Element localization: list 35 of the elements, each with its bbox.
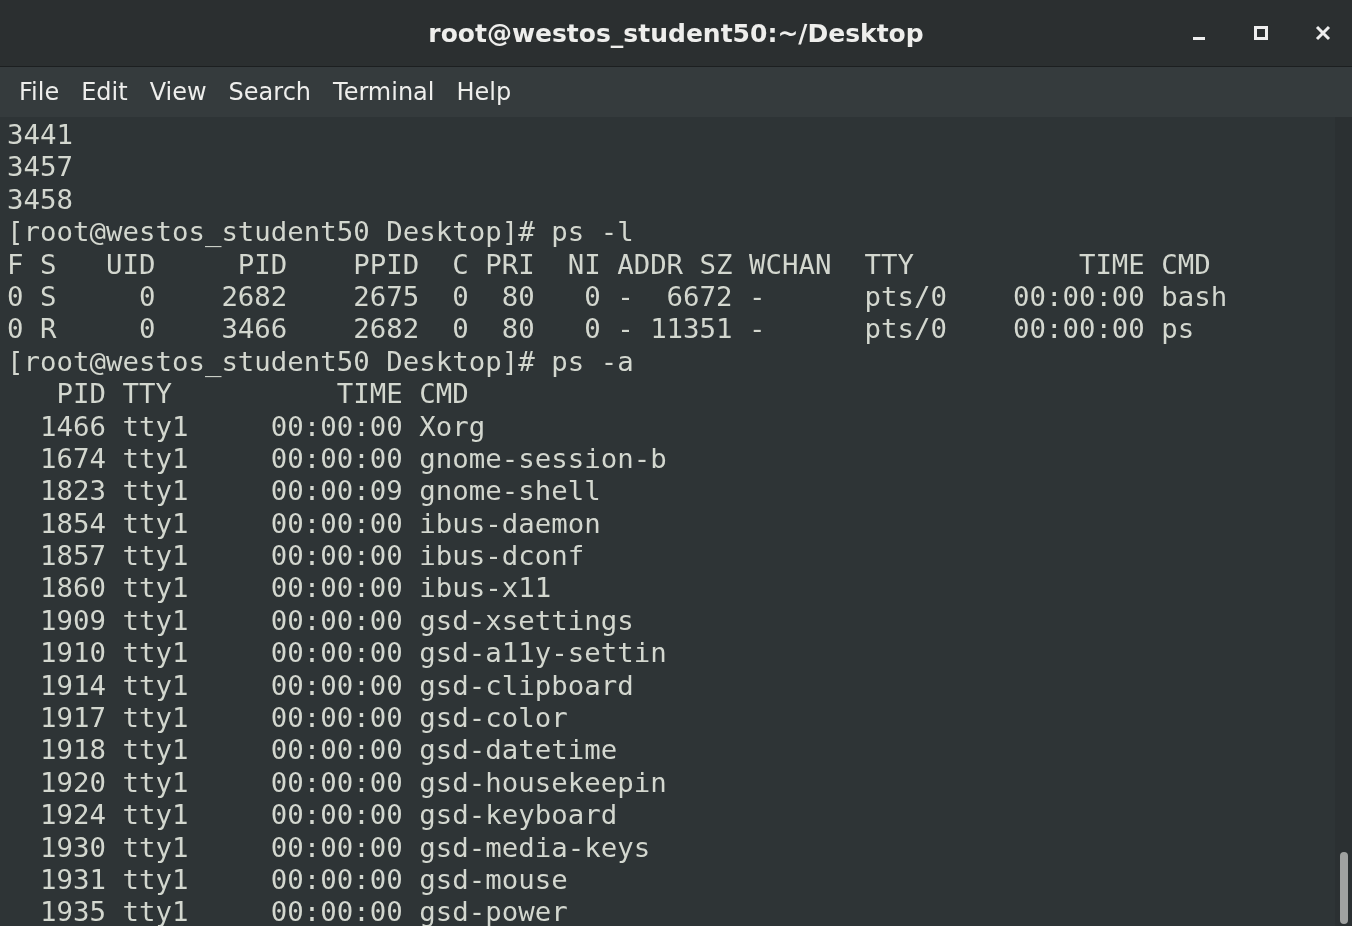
scrollbar[interactable]: [1335, 117, 1352, 926]
close-icon[interactable]: [1314, 24, 1332, 42]
menu-item[interactable]: Edit: [70, 78, 139, 106]
terminal-line: 1910 tty1 00:00:00 gsd-a11y-settin: [38, 637, 668, 670]
menu-item[interactable]: Terminal: [322, 78, 446, 106]
terminal-line: 1857 tty1 00:00:00 ibus-dconf: [38, 540, 586, 573]
terminal-line: 0 R 0 3466 2682 0 80 0 - 11351 - pts/0 00:00:00 ps: [7, 313, 1196, 346]
menu-item[interactable]: Help: [445, 78, 523, 106]
terminal-line: 1918 tty1 00:00:00 gsd-datetime: [38, 734, 619, 767]
terminal-line: 3458: [7, 183, 74, 217]
window-title: root@westos_student50:~/Desktop: [428, 18, 924, 48]
terminal-line: 1674 tty1 00:00:00 gnome-session-b: [38, 442, 668, 476]
terminal-line: 1823 tty1 00:00:09 gnome-shell: [38, 475, 602, 508]
menu-item[interactable]: View: [138, 78, 218, 106]
terminal-line: 1931 tty1 00:00:00 gsd-mouse: [38, 864, 569, 897]
terminal-line: F S UID PID PPID C PRI NI ADDR SZ WCHAN TTY TIME CMD: [7, 248, 1212, 281]
terminal-line: [root@westos_student50 Desktop]# ps -a: [7, 345, 635, 379]
terminal-line: 1909 tty1 00:00:00 gsd-xsettings: [38, 604, 635, 638]
terminal-line: 3457: [7, 151, 74, 184]
menu-item[interactable]: Search: [217, 78, 323, 106]
scrollbar-thumb[interactable]: [1339, 852, 1348, 924]
terminal-line: 1924 tty1 00:00:00 gsd-keyboard: [38, 799, 619, 832]
terminal-line: 1917 tty1 00:00:00 gsd-color: [38, 702, 569, 735]
terminal-line: PID TTY TIME CMD: [55, 378, 470, 411]
terminal-line: 1854 tty1 00:00:00 ibus-daemon: [38, 507, 602, 541]
maximize-icon[interactable]: [1252, 24, 1270, 42]
terminal-line: [root@westos_student50 Desktop]# ps -l: [7, 216, 635, 249]
terminal-line: 1930 tty1 00:00:00 gsd-media-keys: [38, 831, 652, 864]
terminal-line: 1860 tty1 00:00:00 ibus-x11: [38, 572, 553, 605]
menu-item[interactable]: File: [8, 78, 71, 106]
terminal-line: 1914 tty1 00:00:00 gsd-clipboard: [38, 669, 635, 703]
terminal-line: 1920 tty1 00:00:00 gsd-housekeepin: [38, 766, 668, 800]
terminal-line: 3441: [7, 119, 74, 152]
terminal-line: 1466 tty1 00:00:00 Xorg: [38, 410, 487, 443]
terminal-line: 0 S 0 2682 2675 0 80 0 - 6672 - pts/0 00:00:00 bash: [7, 280, 1229, 314]
